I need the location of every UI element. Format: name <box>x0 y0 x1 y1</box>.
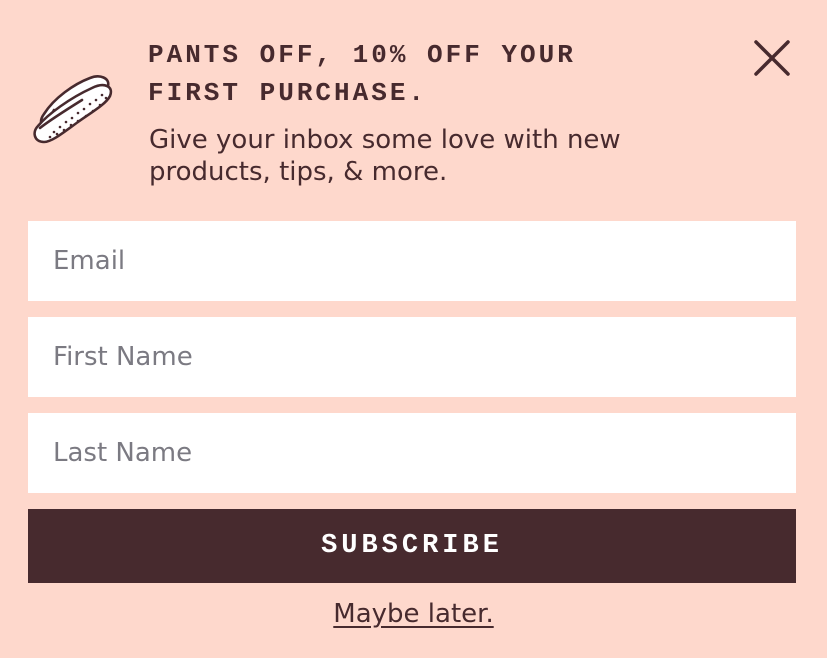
maybe-later-link[interactable]: Maybe later. <box>333 599 493 629</box>
popup-headline: PANTS OFF, 10% OFF YOUR FIRST PURCHASE. <box>148 36 708 112</box>
headline-line-1: PANTS OFF, 10% OFF YOUR <box>148 40 576 70</box>
close-button[interactable] <box>748 34 796 82</box>
email-field[interactable] <box>28 221 796 301</box>
popup-subtext: Give your inbox some love with new produ… <box>149 124 729 188</box>
subscribe-button[interactable]: SUBSCRIBE <box>28 509 796 583</box>
hotdog-icon <box>33 75 113 144</box>
first-name-field[interactable] <box>28 317 796 397</box>
dismiss-container: Maybe later. <box>0 596 827 632</box>
close-icon <box>754 40 790 76</box>
subtext-line-2: products, tips, & more. <box>149 157 448 187</box>
subtext-line-1: Give your inbox some love with new <box>149 125 621 155</box>
headline-line-2: FIRST PURCHASE. <box>148 78 428 108</box>
signup-popup: PANTS OFF, 10% OFF YOUR FIRST PURCHASE. … <box>0 0 827 658</box>
last-name-field[interactable] <box>28 413 796 493</box>
